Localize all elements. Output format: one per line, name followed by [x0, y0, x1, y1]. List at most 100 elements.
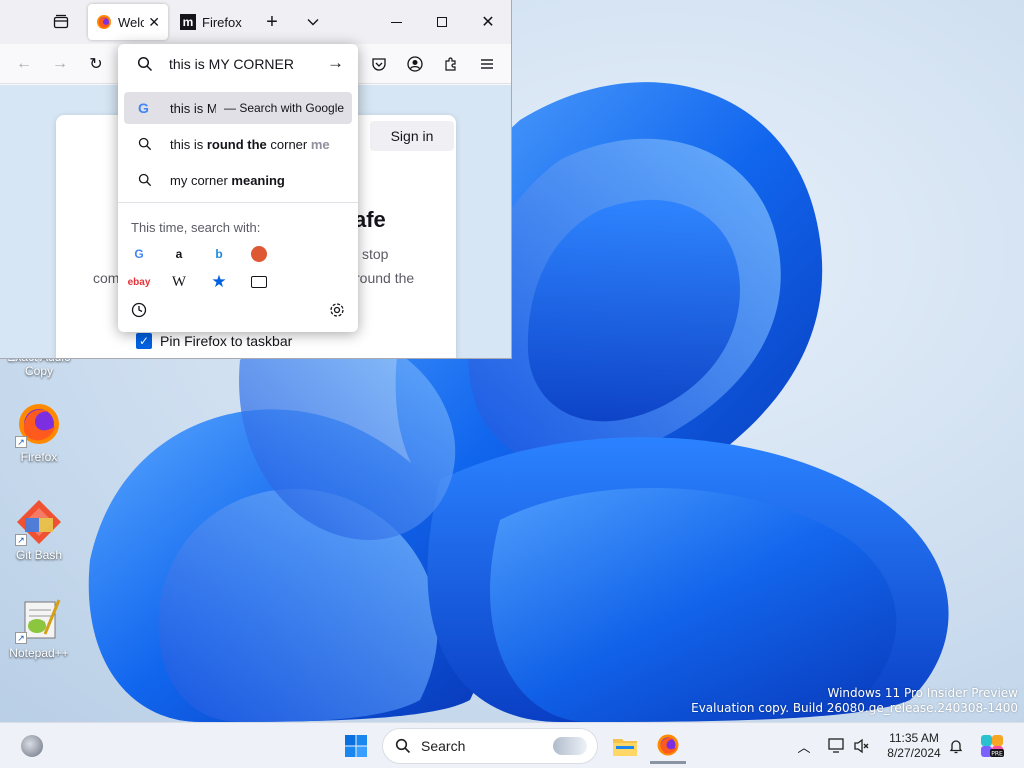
pocket-button[interactable] [363, 48, 395, 80]
suggestion-my-corner-meaning[interactable]: my corner meaning [124, 164, 352, 196]
copilot-icon: PRE [981, 735, 1004, 758]
watermark-build: Evaluation copy. Build 26080.ge_release.… [691, 701, 1018, 715]
engine-bing-button[interactable]: b [208, 243, 230, 265]
firefox-desktop-label: Firefox [20, 450, 58, 464]
tab-welcome-label: Welcome [118, 14, 144, 30]
reload-button[interactable]: ↻ [80, 48, 112, 80]
account-button[interactable] [399, 48, 431, 80]
taskbar: Search ︿ 11:35 AM 8/27/2024 PRE [0, 722, 1024, 768]
reload-icon: ↻ [89, 56, 103, 73]
google-icon: G [134, 247, 144, 261]
engine-duckduckgo-button[interactable] [248, 243, 270, 265]
amazon-icon: a [175, 247, 183, 261]
go-arrow-icon[interactable]: → [327, 53, 344, 73]
search-highlight-icon [553, 737, 587, 755]
urlbar-dropdown: this is MY CORNER → G this is M — Search… [118, 44, 358, 332]
copilot-button[interactable]: PRE [976, 728, 1008, 764]
notifications-button[interactable] [944, 728, 968, 764]
app-menu-button[interactable] [471, 48, 503, 80]
welcome-body-line2-end: round the [355, 270, 415, 286]
search-icon [395, 738, 411, 754]
show-hidden-icons-button[interactable]: ︿ [792, 728, 816, 764]
list-all-tabs-button[interactable] [297, 6, 329, 38]
account-icon [407, 56, 423, 72]
suggestion-2-bold: round the [206, 136, 267, 152]
desktop-icon-firefox[interactable]: ↗ Firefox [4, 400, 74, 464]
git-bash-icon: ↗ [15, 498, 63, 546]
tab-close-icon[interactable]: ✕ [148, 14, 160, 31]
urlbar[interactable]: this is MY CORNER → [118, 44, 358, 84]
search-settings-button[interactable] [326, 299, 348, 321]
extensions-button[interactable] [435, 48, 467, 80]
clock-time: 11:35 AM [889, 731, 939, 745]
pin-firefox-label: Pin Firefox to taskbar [160, 333, 293, 349]
firefox-icon [657, 734, 679, 755]
engine-wikipedia-button[interactable]: W [168, 271, 190, 293]
firefox-window: Welcome ✕ m Firefox + ✕ ← → [0, 0, 512, 359]
suggestion-2-bold-2: me [310, 136, 330, 152]
chevron-down-icon [307, 19, 319, 26]
forward-button[interactable]: → [44, 48, 76, 80]
git-bash-label: Git Bash [15, 548, 63, 562]
checkbox-checked-icon: ✓ [136, 333, 152, 349]
desktop-icon-git-bash[interactable]: ↗ Git Bash [4, 498, 74, 562]
firefox-view-button[interactable] [45, 6, 77, 38]
widgets-button[interactable] [14, 728, 50, 764]
maximize-button[interactable] [419, 0, 465, 44]
close-window-button[interactable]: ✕ [465, 0, 511, 44]
speaker-muted-icon [854, 738, 869, 754]
tab-welcome[interactable]: Welcome ✕ [88, 4, 168, 40]
pin-firefox-checkbox[interactable]: ✓ Pin Firefox to taskbar [136, 333, 292, 349]
tab-firefox-label: Firefox [202, 14, 242, 30]
tabs-icon [251, 276, 267, 288]
file-explorer-button[interactable] [607, 728, 643, 764]
notepadpp-label: Notepad++ [9, 646, 69, 660]
plus-icon: + [266, 10, 278, 33]
search-icon [138, 173, 152, 187]
taskbar-search-placeholder: Search [421, 738, 466, 754]
arrow-left-icon: ← [16, 55, 32, 72]
search-icon [138, 137, 152, 151]
star-icon: ★ [211, 272, 227, 291]
windows-logo-icon [345, 735, 367, 757]
network-button[interactable] [824, 728, 850, 764]
engine-amazon-button[interactable]: a [168, 243, 190, 265]
welcome-body-line1: stop [362, 246, 389, 262]
puzzle-icon [445, 57, 456, 71]
urlbar-input[interactable]: this is MY CORNER [169, 56, 294, 72]
new-tab-button[interactable]: + [256, 6, 288, 38]
engine-history-button[interactable] [128, 299, 150, 321]
clock-date: 8/27/2024 [887, 746, 941, 760]
taskbar-search-box[interactable]: Search [382, 728, 598, 764]
clock-button[interactable]: 11:35 AM 8/27/2024 [878, 728, 950, 764]
start-button[interactable] [338, 728, 374, 764]
engine-ebay-button[interactable]: ebay [128, 271, 151, 293]
engine-google-button[interactable]: G [128, 243, 150, 265]
bell-icon [949, 740, 963, 754]
engine-tabs-button[interactable] [248, 271, 270, 293]
welcome-body-line2-start: com [93, 270, 120, 286]
widgets-icon [21, 735, 43, 757]
desktop-icon-notepadpp[interactable]: ↗ Notepad++ [4, 596, 74, 660]
gear-icon [330, 303, 344, 317]
volume-button[interactable] [850, 728, 874, 764]
minimize-button[interactable] [373, 0, 419, 44]
maximize-icon [437, 17, 447, 27]
engine-bookmarks-button[interactable]: ★ [208, 271, 230, 293]
suggestion-3-bold: meaning [231, 172, 285, 188]
google-icon: G [138, 100, 149, 116]
bing-icon: b [215, 247, 223, 261]
m-favicon-icon: m [180, 14, 196, 30]
svg-text:PRE: PRE [991, 751, 1003, 758]
suggestion-2-rest: corner [266, 136, 311, 152]
suggestion-search-google[interactable]: G this is M — Search with Google [124, 92, 352, 124]
engines-label: This time, search with: [131, 220, 261, 235]
suggestion-2-prefix: this is [170, 136, 207, 152]
suggestion-1-text: this is M [170, 100, 216, 116]
sign-in-button[interactable]: Sign in [370, 121, 454, 151]
tab-firefox[interactable]: m Firefox [172, 4, 246, 40]
taskbar-firefox-button[interactable] [650, 728, 686, 764]
suggestion-round-the-corner[interactable]: this is round the corner me [124, 128, 352, 160]
dropdown-divider [118, 202, 358, 203]
back-button[interactable]: ← [8, 48, 40, 80]
